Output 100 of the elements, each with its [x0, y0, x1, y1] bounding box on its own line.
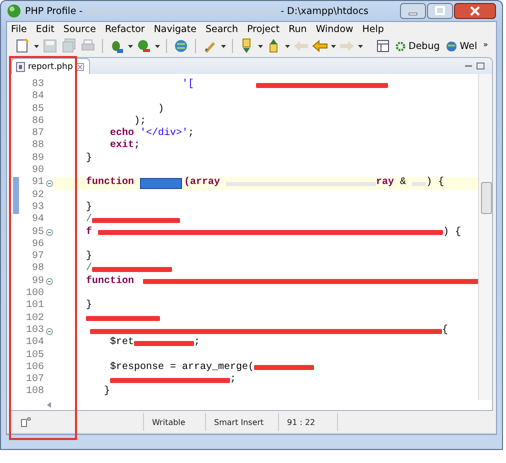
bug-icon[interactable]: [109, 38, 125, 54]
code-text: ;: [194, 337, 200, 350]
status-text: Smart Insert: [205, 413, 278, 431]
caret-icon[interactable]: [128, 44, 133, 48]
status-text: Writable: [143, 413, 205, 431]
code-text: }: [86, 152, 92, 166]
redaction-mark: [254, 365, 314, 370]
open-perspective-icon[interactable]: [376, 40, 389, 52]
text-selection: [140, 178, 182, 190]
scroll-left-icon[interactable]: [47, 402, 52, 408]
menu-item[interactable]: Window: [316, 24, 354, 35]
line-number: 101: [24, 300, 44, 313]
line-number: 106: [24, 362, 44, 374]
menu-item[interactable]: Run: [288, 24, 307, 35]
line-number: 97: [30, 251, 44, 263]
fold-icon[interactable]: [46, 180, 52, 188]
code-text: $response = array_merge(: [110, 362, 254, 374]
line-number: 107: [24, 374, 44, 386]
close-icon[interactable]: [454, 3, 496, 19]
editor-tab[interactable]: report.php: [11, 58, 90, 74]
code-text: }: [86, 300, 92, 313]
fold-icon[interactable]: [46, 278, 52, 286]
menu-item[interactable]: Help: [362, 24, 384, 35]
minimize-icon[interactable]: [400, 3, 426, 19]
overflow-button[interactable]: »: [483, 40, 488, 49]
code-text: }: [86, 202, 92, 214]
line-number: 88: [30, 140, 44, 153]
code-text: f: [86, 226, 92, 239]
window-title: PHP Profile -: [25, 6, 83, 16]
code-text: }: [86, 251, 92, 262]
line-number: 100: [24, 288, 44, 300]
menu-item[interactable]: Refactor: [104, 24, 145, 35]
line-number: 96: [30, 238, 44, 251]
code-text: );: [134, 116, 146, 128]
line-number: 87: [30, 128, 44, 140]
caret-icon[interactable]: [221, 44, 226, 48]
line-number: 89: [30, 152, 44, 165]
line-number: 104: [24, 337, 44, 350]
code-text: exit: [110, 140, 134, 153]
new-file-icon[interactable]: [15, 38, 31, 54]
php-file-icon: [16, 62, 25, 72]
blurred-text: [412, 182, 426, 186]
line-number: 90: [30, 165, 44, 177]
fold-icon[interactable]: [46, 229, 52, 236]
code-text: }: [104, 386, 110, 399]
gear-icon[interactable]: [394, 40, 406, 52]
menu-item[interactable]: Project: [247, 24, 280, 35]
vertical-scrollbar[interactable]: [478, 74, 492, 400]
code-text: ;: [188, 128, 194, 140]
menu-item[interactable]: Edit: [36, 24, 54, 35]
line-number: 91: [30, 177, 44, 190]
line-number: 98: [30, 263, 44, 276]
status-text: 91 : 22: [278, 413, 338, 431]
code-text: (array: [184, 177, 220, 190]
menu-item[interactable]: Search: [205, 24, 238, 35]
perspective-button[interactable]: Debug: [408, 40, 440, 52]
line-number: 94: [30, 214, 44, 227]
line-number: 99: [30, 276, 44, 288]
caret-icon[interactable]: [358, 44, 363, 48]
back-arrow-icon[interactable]: [312, 38, 328, 54]
maximize-icon[interactable]: [427, 3, 453, 19]
fold-icon[interactable]: [46, 328, 52, 335]
code-text: function: [86, 177, 134, 190]
code-text: ): [158, 104, 164, 116]
close-icon[interactable]: [76, 62, 84, 70]
code-text: &: [399, 177, 406, 190]
line-number: 93: [30, 202, 44, 214]
caret-icon[interactable]: [155, 44, 160, 48]
code-text: echo: [110, 128, 134, 140]
globe-icon[interactable]: [173, 38, 189, 54]
code-text: ray: [376, 177, 394, 190]
run-icon[interactable]: [136, 38, 152, 54]
code-text: $ret: [110, 337, 134, 350]
code-text: '[: [182, 79, 194, 92]
code-text: ) {: [426, 177, 444, 190]
line-number: 83: [30, 79, 44, 91]
caret-icon[interactable]: [258, 44, 263, 48]
line-number: 103: [24, 324, 44, 337]
code-text: ;: [230, 374, 236, 386]
code-text: '</div>': [139, 128, 188, 140]
menu-item[interactable]: Navigate: [154, 24, 196, 35]
menu-item[interactable]: Source: [63, 24, 96, 35]
line-number: 108: [24, 386, 44, 399]
globe-icon[interactable]: [446, 40, 457, 52]
line-number: 84: [30, 91, 44, 104]
code-text: ;: [134, 140, 140, 153]
line-number: 85: [30, 104, 44, 116]
code-text: /: [86, 214, 92, 226]
caret-icon[interactable]: [331, 44, 336, 48]
status-icon: [21, 417, 31, 427]
line-number: 105: [24, 350, 44, 362]
redaction-mark: [134, 340, 194, 346]
window-title: - D:\xampp\htdocs: [280, 6, 368, 16]
perspective-button[interactable]: Wel: [460, 40, 478, 52]
menu-item[interactable]: File: [11, 24, 27, 35]
code-text: {: [442, 324, 448, 338]
caret-icon[interactable]: [285, 44, 290, 48]
line-number: 86: [30, 116, 44, 128]
code-text: function: [86, 276, 134, 288]
caret-icon[interactable]: [34, 44, 39, 48]
